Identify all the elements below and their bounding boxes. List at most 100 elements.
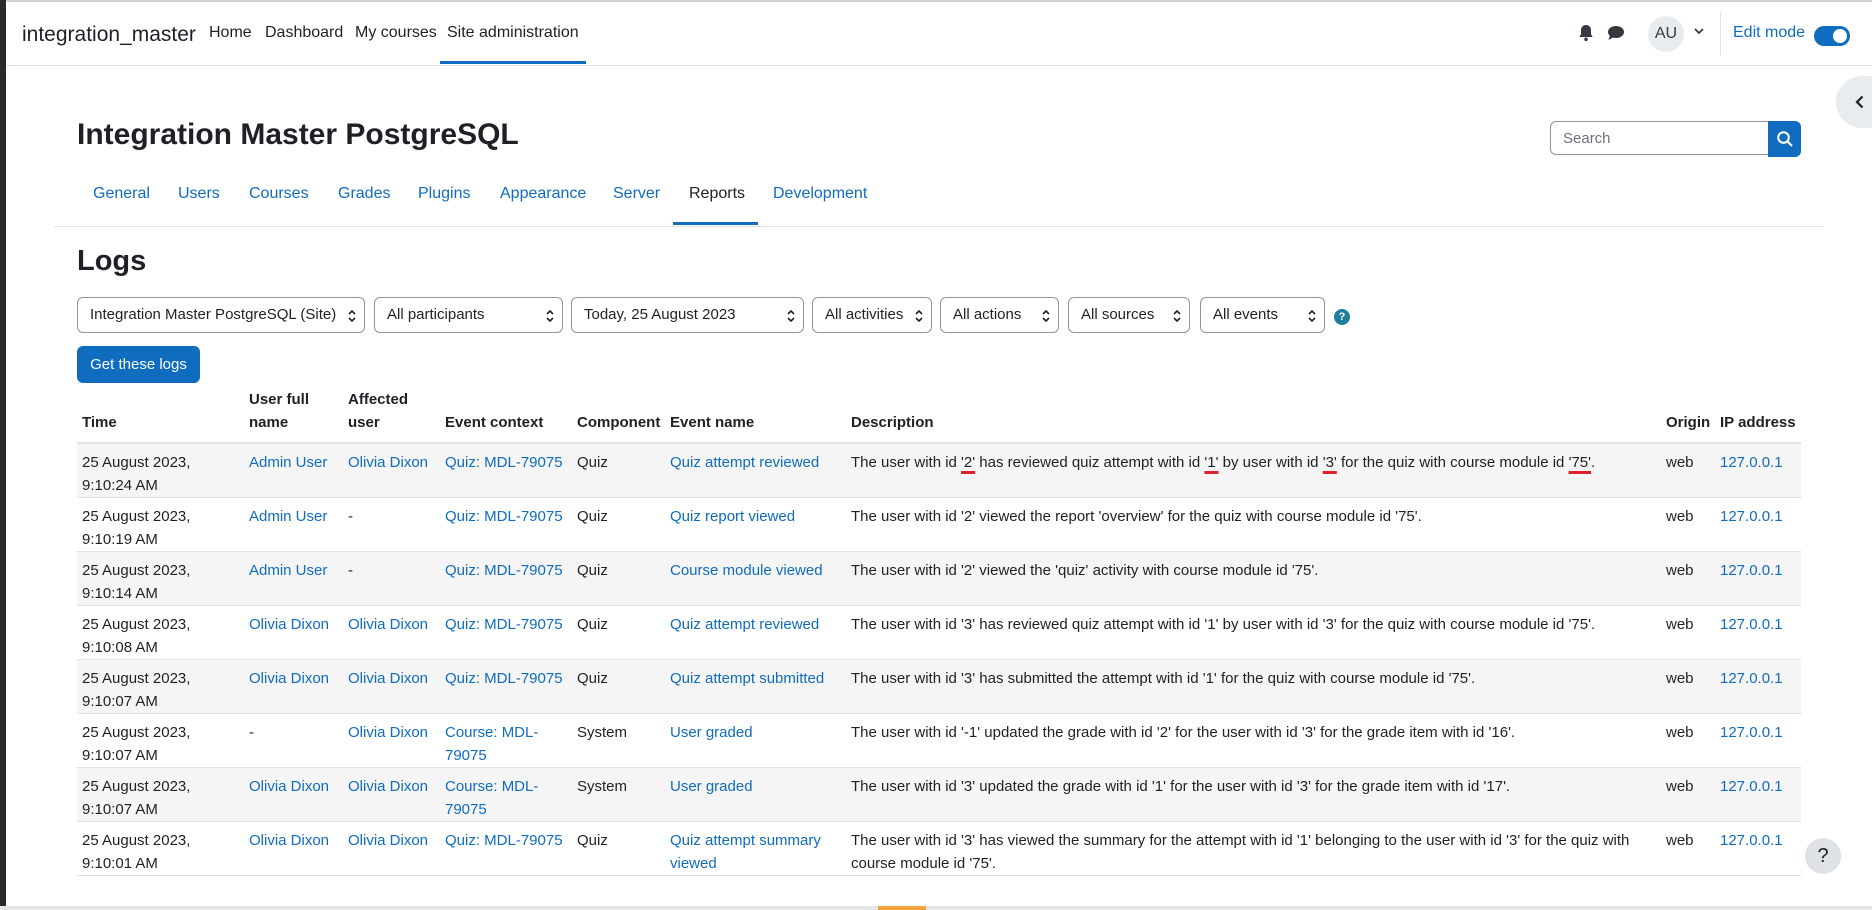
affected-user-link[interactable]: Olivia Dixon <box>348 832 428 849</box>
event-context-link[interactable]: Quiz: MDL-79075 <box>445 562 563 579</box>
cell-description-annotated: The user with id '2' has reviewed quiz a… <box>846 443 1661 498</box>
cell-component: Quiz <box>572 551 665 606</box>
event-name-link[interactable]: User graded <box>670 778 753 795</box>
avatar[interactable]: AU <box>1648 16 1684 52</box>
bottom-scroll-strip <box>0 906 1872 910</box>
tab-appearance[interactable]: Appearance <box>500 185 586 203</box>
event-context-link[interactable]: Quiz: MDL-79075 <box>445 454 563 471</box>
affected-user-link[interactable]: Olivia Dixon <box>348 724 428 741</box>
header-description[interactable]: Description <box>846 388 1661 444</box>
table-row: 25 August 2023, 9:10:01 AM Olivia Dixon … <box>77 821 1801 876</box>
event-name-link[interactable]: Quiz attempt summary viewed <box>670 832 821 872</box>
cell-time: 25 August 2023, 9:10:01 AM <box>77 821 244 876</box>
search-button[interactable] <box>1768 121 1801 157</box>
cell-component: Quiz <box>572 605 665 660</box>
event-name-link[interactable]: Quiz attempt reviewed <box>670 454 819 471</box>
events-select[interactable]: All events <box>1200 297 1325 333</box>
user-link[interactable]: Admin User <box>249 508 327 525</box>
event-name-link[interactable]: Quiz report viewed <box>670 508 795 525</box>
navbar-divider <box>1720 12 1721 56</box>
tab-users[interactable]: Users <box>178 185 220 203</box>
tab-plugins[interactable]: Plugins <box>418 185 470 203</box>
event-context-link[interactable]: Quiz: MDL-79075 <box>445 670 563 687</box>
header-origin[interactable]: Origin <box>1661 388 1715 444</box>
user-link[interactable]: Olivia Dixon <box>249 778 329 795</box>
edit-mode-toggle[interactable] <box>1814 26 1850 46</box>
event-name-link[interactable]: Quiz attempt reviewed <box>670 616 819 633</box>
window-left-edge <box>0 0 6 910</box>
table-row: 25 August 2023, 9:10:07 AM Olivia Dixon … <box>77 767 1801 822</box>
get-logs-button[interactable]: Get these logs <box>77 346 200 383</box>
activities-select[interactable]: All activities <box>812 297 932 333</box>
event-name-link[interactable]: Course module viewed <box>670 562 823 579</box>
affected-user-link[interactable]: Olivia Dixon <box>348 454 428 471</box>
activities-select-value: All activities <box>825 306 904 323</box>
messages-icon[interactable] <box>1605 22 1627 44</box>
tab-reports[interactable]: Reports <box>689 185 745 203</box>
course-select[interactable]: Integration Master PostgreSQL (Site) <box>77 297 365 333</box>
header-ip-address[interactable]: IP address <box>1715 388 1801 444</box>
ip-address-link[interactable]: 127.0.0.1 <box>1720 832 1783 849</box>
nav-my-courses[interactable]: My courses <box>355 24 437 42</box>
header-affected-user[interactable]: Affected user <box>343 388 440 444</box>
tab-development[interactable]: Development <box>773 185 867 203</box>
cell-description: The user with id '-1' updated the grade … <box>846 713 1661 768</box>
participants-select[interactable]: All participants <box>374 297 563 333</box>
cell-description: The user with id '3' has viewed the summ… <box>846 821 1661 876</box>
event-context-link[interactable]: Course: MDL-79075 <box>445 778 538 818</box>
ip-address-link[interactable]: 127.0.0.1 <box>1720 778 1783 795</box>
user-link[interactable]: Olivia Dixon <box>249 832 329 849</box>
tab-grades[interactable]: Grades <box>338 185 390 203</box>
user-link[interactable]: Olivia Dixon <box>249 616 329 633</box>
event-context-link[interactable]: Quiz: MDL-79075 <box>445 508 563 525</box>
event-context-link[interactable]: Quiz: MDL-79075 <box>445 832 563 849</box>
nav-home[interactable]: Home <box>209 24 252 42</box>
tab-courses[interactable]: Courses <box>249 185 309 203</box>
cell-origin: web <box>1661 497 1715 552</box>
bell-icon[interactable] <box>1575 22 1597 44</box>
search-input[interactable] <box>1550 121 1768 155</box>
date-select[interactable]: Today, 25 August 2023 <box>571 297 804 333</box>
cell-description: The user with id '2' viewed the 'quiz' a… <box>846 551 1661 606</box>
open-drawer-button[interactable] <box>1836 76 1872 128</box>
nav-site-administration[interactable]: Site administration <box>447 24 579 42</box>
event-context-link[interactable]: Course: MDL-79075 <box>445 724 538 764</box>
cell-description: The user with id '3' updated the grade w… <box>846 767 1661 822</box>
user-link[interactable]: Admin User <box>249 562 327 579</box>
event-context-link[interactable]: Quiz: MDL-79075 <box>445 616 563 633</box>
header-event-context[interactable]: Event context <box>440 388 572 444</box>
help-icon[interactable]: ? <box>1334 309 1350 325</box>
user-link[interactable]: Admin User <box>249 454 327 471</box>
ip-address-link[interactable]: 127.0.0.1 <box>1720 724 1783 741</box>
sources-select[interactable]: All sources <box>1068 297 1190 333</box>
table-row: 25 August 2023, 9:10:19 AM Admin User - … <box>77 497 1801 552</box>
ip-address-link[interactable]: 127.0.0.1 <box>1720 508 1783 525</box>
affected-user-link[interactable]: Olivia Dixon <box>348 670 428 687</box>
header-event-name[interactable]: Event name <box>665 388 846 444</box>
tab-server[interactable]: Server <box>613 185 660 203</box>
header-user-full-name[interactable]: User full name <box>244 388 343 444</box>
user-link[interactable]: Olivia Dixon <box>249 670 329 687</box>
cell-description: The user with id '3' has reviewed quiz a… <box>846 605 1661 660</box>
ip-address-link[interactable]: 127.0.0.1 <box>1720 616 1783 633</box>
edit-mode-label[interactable]: Edit mode <box>1733 24 1805 42</box>
site-brand[interactable]: integration_master <box>22 23 196 47</box>
chevron-down-icon[interactable] <box>1692 24 1706 38</box>
ip-address-link[interactable]: 127.0.0.1 <box>1720 562 1783 579</box>
cell-component: Quiz <box>572 497 665 552</box>
page-title: Integration Master PostgreSQL <box>77 118 519 151</box>
tab-general[interactable]: General <box>93 185 150 203</box>
event-name-link[interactable]: User graded <box>670 724 753 741</box>
event-name-link[interactable]: Quiz attempt submitted <box>670 670 824 687</box>
header-component[interactable]: Component <box>572 388 665 444</box>
affected-user-link[interactable]: Olivia Dixon <box>348 778 428 795</box>
actions-select[interactable]: All actions <box>940 297 1059 333</box>
nav-dashboard[interactable]: Dashboard <box>265 24 343 42</box>
affected-user-link[interactable]: Olivia Dixon <box>348 616 428 633</box>
ip-address-link[interactable]: 127.0.0.1 <box>1720 454 1783 471</box>
table-row: 25 August 2023, 9:10:07 AM - Olivia Dixo… <box>77 713 1801 768</box>
table-row: 25 August 2023, 9:10:14 AM Admin User - … <box>77 551 1801 606</box>
ip-address-link[interactable]: 127.0.0.1 <box>1720 670 1783 687</box>
help-button[interactable]: ? <box>1805 838 1841 874</box>
header-time[interactable]: Time <box>77 388 244 444</box>
